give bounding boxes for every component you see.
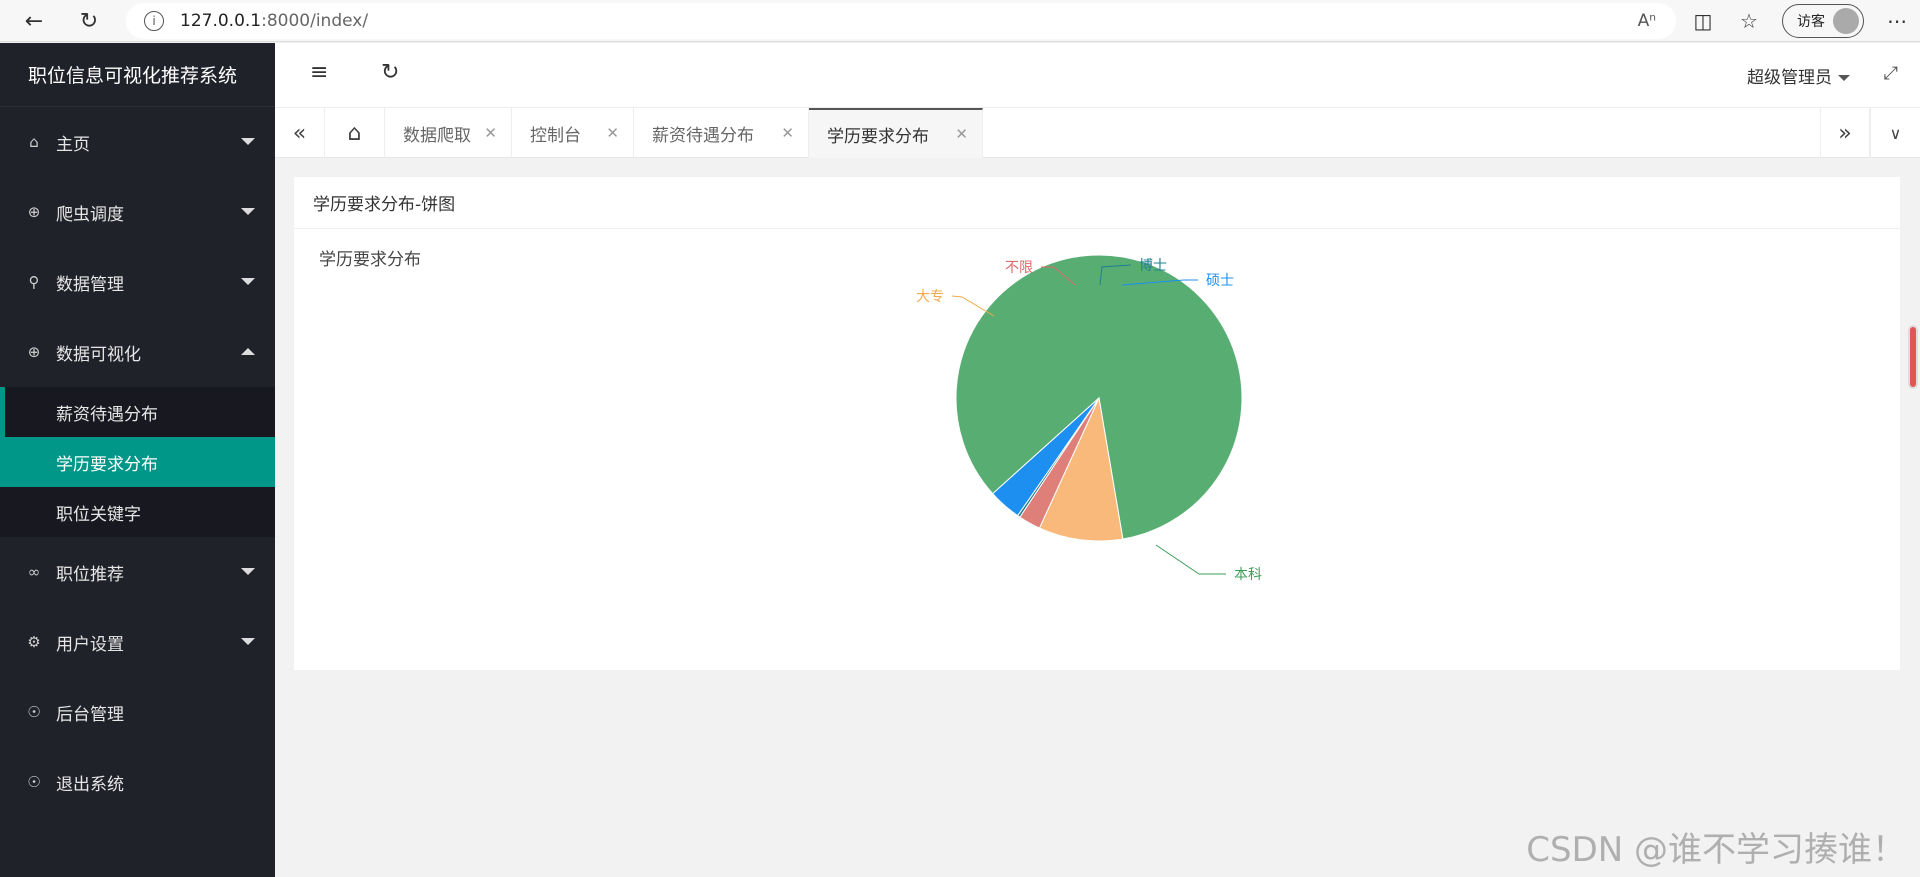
pie-label-2: 不限: [1005, 260, 1033, 276]
browser-toolbar: ← ↻ i 127.0.0.1:8000/index/ Aⁿ ◫ ☆ 访客 ⋯: [0, 0, 1920, 42]
shield-icon: ☉: [27, 773, 41, 791]
more-icon[interactable]: ⋯: [1874, 9, 1920, 33]
tab-label: 控制台: [530, 125, 581, 146]
chevron-down-icon: [1838, 75, 1850, 81]
user-name: 超级管理员: [1747, 68, 1832, 88]
top-header: ≡ ↻ 超级管理员 ⤢: [275, 43, 1920, 108]
sidebar-item-visualization[interactable]: ⊕ 数据可视化: [0, 317, 275, 387]
sidebar-item-crawler[interactable]: ⊕ 爬虫调度: [0, 177, 275, 247]
app-title: 职位信息可视化推荐系统: [0, 43, 275, 107]
refresh-icon[interactable]: ↻: [69, 1, 109, 41]
close-icon[interactable]: ✕: [484, 124, 497, 142]
tab-home-icon[interactable]: ⌂: [325, 108, 385, 158]
sidebar-subitem-salary[interactable]: 薪资待遇分布: [0, 387, 275, 437]
tab-label: 学历要求分布: [827, 126, 929, 147]
sidebar-item-logout[interactable]: ☉ 退出系统: [0, 747, 275, 817]
pie-label-1: 大专: [916, 289, 944, 305]
tab-education[interactable]: 学历要求分布 ✕: [809, 108, 983, 158]
guest-label: 访客: [1797, 14, 1825, 30]
url-path: :8000/index/: [261, 11, 369, 31]
pie-label-line-0: [1155, 544, 1226, 575]
card-title: 学历要求分布-饼图: [294, 177, 1900, 229]
gear-icon: ⚙: [27, 633, 41, 651]
close-icon[interactable]: ✕: [606, 124, 619, 142]
submenu-visualization: 薪资待遇分布 学历要求分布 职位关键字: [0, 387, 275, 537]
pie-label-0: 本科: [1234, 567, 1262, 583]
chevron-down-icon: [241, 638, 255, 645]
sidebar-item-home[interactable]: ⌂ 主页: [0, 107, 275, 177]
tabs-scroll-right-icon[interactable]: »: [1820, 108, 1870, 158]
download-icon: ⊕: [27, 343, 41, 361]
pie-label-3: 博士: [1139, 257, 1167, 274]
sidebar-item-label: 用户设置: [56, 634, 124, 655]
close-icon[interactable]: ✕: [955, 125, 968, 143]
sidebar-item-label: 数据管理: [56, 274, 124, 295]
back-icon[interactable]: ←: [14, 1, 54, 41]
url-host: 127.0.0.1: [180, 11, 262, 31]
sidebar-item-recommend[interactable]: ∞ 职位推荐: [0, 537, 275, 607]
chevron-down-icon: [241, 568, 255, 575]
address-bar[interactable]: i 127.0.0.1:8000/index/ Aⁿ: [126, 3, 1676, 39]
tab-bar: « ⌂ 数据爬取 ✕ 控制台 ✕ 薪资待遇分布 ✕ 学历要求分布 ✕ » ∨: [275, 108, 1920, 158]
info-icon[interactable]: i: [144, 11, 164, 31]
sidebar-subitem-education[interactable]: 学历要求分布: [0, 437, 275, 487]
chevron-down-icon: [241, 138, 255, 145]
tabs-menu-icon[interactable]: ∨: [1870, 108, 1920, 158]
sidebar-item-user-settings[interactable]: ⚙ 用户设置: [0, 607, 275, 677]
pie-chart: 本科 大专 不限 博士硕士: [916, 254, 1262, 583]
chevron-down-icon: [241, 278, 255, 285]
refresh-icon[interactable]: ↻: [381, 60, 399, 85]
tab-label: 薪资待遇分布: [652, 125, 754, 146]
sidebar-subitem-keywords[interactable]: 职位关键字: [0, 487, 275, 537]
sidebar-item-data-manage[interactable]: ⚲ 数据管理: [0, 247, 275, 317]
watermark: CSDN @谁不学习揍谁！: [1526, 830, 1906, 870]
close-icon[interactable]: ✕: [781, 124, 794, 142]
avatar: [1833, 8, 1859, 34]
sidebar-item-label: 主页: [56, 134, 90, 155]
tabs-scroll-left-icon[interactable]: «: [275, 108, 325, 158]
split-screen-icon[interactable]: ◫: [1680, 9, 1726, 33]
sidebar-item-label: 数据可视化: [56, 344, 141, 365]
pie-label-4: 硕士: [1206, 273, 1234, 289]
link-icon: ∞: [27, 563, 41, 581]
sidebar-item-label: 后台管理: [56, 704, 124, 725]
tab-salary[interactable]: 薪资待遇分布 ✕: [634, 108, 809, 158]
tab-console[interactable]: 控制台 ✕: [512, 108, 634, 158]
chevron-down-icon: [241, 208, 255, 215]
profile-button[interactable]: 访客: [1782, 4, 1864, 38]
scrollbar[interactable]: [1908, 325, 1918, 389]
sidebar-item-label: 职位推荐: [56, 564, 124, 585]
shield-icon: ☉: [27, 703, 41, 721]
sidebar-item-label: 爬虫调度: [56, 204, 124, 225]
download-icon: ⊕: [27, 203, 41, 221]
chevron-up-icon: [241, 348, 255, 355]
menu-collapse-icon[interactable]: ≡: [310, 60, 328, 85]
sidebar-item-label: 退出系统: [56, 774, 124, 795]
home-icon: ⌂: [29, 133, 39, 151]
user-menu[interactable]: 超级管理员: [1747, 63, 1850, 88]
read-aloud-icon[interactable]: Aⁿ: [1638, 11, 1656, 31]
fullscreen-icon[interactable]: ⤢: [1884, 63, 1898, 84]
sidebar: 职位信息可视化推荐系统 ⌂ 主页 ⊕ 爬虫调度 ⚲ 数据管理 ⊕ 数据可视化 薪…: [0, 43, 275, 877]
tab-crawl[interactable]: 数据爬取 ✕: [385, 108, 512, 158]
search-icon: ⚲: [28, 273, 40, 291]
tab-label: 数据爬取: [403, 125, 471, 146]
favorites-icon[interactable]: ☆: [1726, 9, 1772, 33]
sidebar-item-admin[interactable]: ☉ 后台管理: [0, 677, 275, 747]
chart-card: 学历要求分布-饼图 学历要求分布 本科 大专 不限 博士 硕士: [294, 177, 1900, 670]
